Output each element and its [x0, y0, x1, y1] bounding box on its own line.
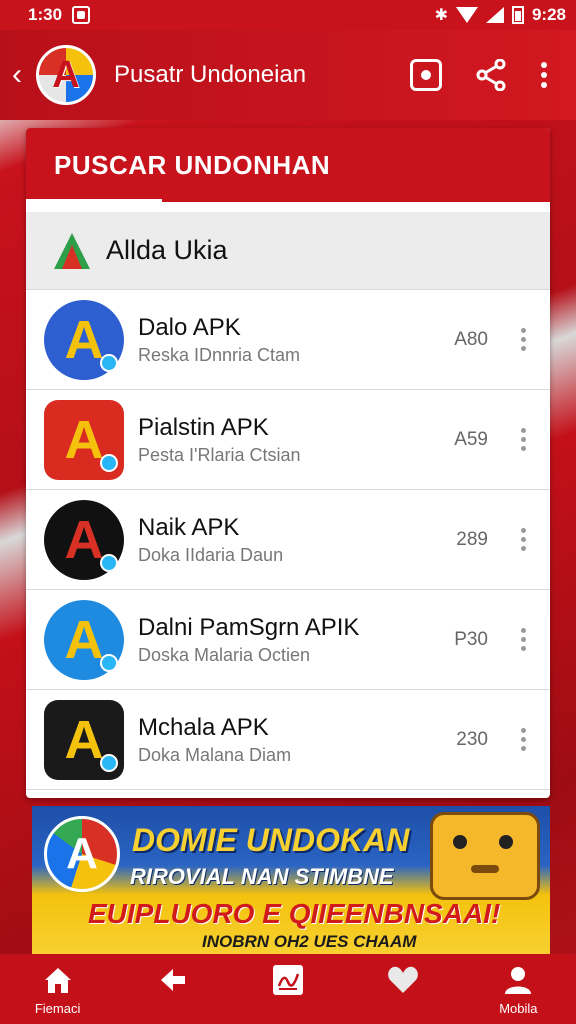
app-list-item[interactable]: A Naik APK Doka IIdaria Daun 289 — [26, 490, 550, 590]
app-description: Doka IIdaria Daun — [138, 545, 284, 565]
section-bar: Allda Ukia — [26, 212, 550, 290]
app-icon-badge — [100, 453, 118, 472]
banner-subtitle: RIROVIAL NAN STIMBNE — [130, 864, 394, 889]
profile-icon — [501, 963, 535, 997]
wifi-icon — [455, 7, 478, 23]
promo-banner[interactable]: A DOMIE UNDOKAN RIROVIAL NAN STIMBNE EUI… — [32, 806, 550, 954]
app-size: 289 — [456, 528, 488, 550]
app-text: Naik APK Doka IIdaria Daun — [138, 513, 428, 566]
camera-icon[interactable] — [410, 59, 442, 91]
app-text: Mchala APK Doka Malana Diam — [138, 713, 428, 766]
app-title: Pusatr Undoneian — [114, 61, 307, 88]
app-icon-badge — [100, 353, 118, 372]
app-icon-badge — [100, 653, 118, 672]
app-list-card: PUSCAR UNDONHAN Allda Ukia A Dalo APK Resk… — [26, 128, 550, 798]
app-list-item[interactable]: A Pialstin APK Pesta I'Rlaria Ctsian A59 — [26, 390, 550, 490]
app-icon: A — [44, 399, 124, 480]
more-vert-icon[interactable] — [510, 328, 536, 351]
app-list-item[interactable]: A Dalni PamSgrn APIK Doska Malaria Octien P… — [26, 590, 550, 690]
app-text: Dalo APK Reska IDnnria Ctam — [138, 313, 428, 366]
nav-profile-label: Mobila — [499, 1000, 538, 1016]
banner-headline: DOMIE UNDOKAN — [132, 822, 410, 858]
section-title: Allda Ukia — [106, 235, 228, 265]
nav-favorites[interactable] — [353, 963, 453, 1016]
app-icon: A — [44, 299, 124, 380]
app-icon: A — [44, 499, 124, 580]
bottom-navigation: Fiemaci Mobila — [0, 954, 576, 1024]
heart-icon — [386, 963, 420, 997]
app-icon-badge — [100, 553, 118, 572]
banner-promo-text: EUIPLUORO E QIIEENBNSAAI! — [88, 898, 501, 929]
more-vert-icon[interactable] — [510, 728, 536, 751]
notification-icon — [72, 6, 91, 24]
banner-mascot-image — [430, 812, 540, 900]
bluetooth-icon: ✱ — [434, 7, 448, 24]
app-text: Pialstin APK Pesta I'Rlaria Ctsian — [138, 413, 428, 466]
status-bar: 1:30 ✱ 9:28 — [0, 0, 576, 30]
more-vert-icon[interactable] — [510, 528, 536, 551]
nav-back[interactable] — [123, 963, 223, 1016]
more-vert-icon[interactable] — [510, 428, 536, 451]
share-icon[interactable] — [476, 59, 506, 91]
app-name: Pialstin APK — [138, 414, 269, 441]
more-vert-icon[interactable] — [510, 628, 536, 651]
app-list-item[interactable]: A Dalo APK Reska IDnnria Ctam A80 — [26, 290, 550, 390]
app-description: Doka Malana Diam — [138, 745, 292, 765]
app-icon-badge — [100, 753, 118, 772]
app-description: Reska IDnnria Ctam — [138, 345, 301, 365]
nav-home-label: Fiemaci — [34, 1000, 81, 1016]
app-description: Pesta I'Rlaria Ctsian — [138, 445, 301, 465]
app-name: Mchala APK — [138, 714, 269, 741]
card-title: PUSCAR UNDONHAN — [54, 149, 331, 180]
app-list-item[interactable]: A Mchala APK Doka Malana Diam 230 — [26, 690, 550, 790]
app-bar: ‹ A Pusatr Undoneian — [0, 30, 576, 120]
app-logo: A — [36, 45, 96, 105]
app-description: Doska Malaria Octien — [138, 645, 311, 665]
home-icon — [41, 963, 75, 997]
app-icon: A — [44, 699, 124, 780]
section-logo-icon — [52, 231, 92, 271]
app-name: Dalo APK — [138, 314, 241, 341]
status-icons: ✱ 9:28 — [435, 5, 566, 25]
nav-profile[interactable]: Mobila — [468, 963, 568, 1016]
app-size: A80 — [454, 328, 488, 350]
back-arrow-icon — [156, 963, 190, 997]
nav-home[interactable]: Fiemaci — [8, 963, 108, 1016]
app-text: Dalni PamSgrn APIK Doska Malaria Octien — [138, 613, 428, 666]
app-name: Dalni PamSgrn APIK — [138, 614, 360, 641]
status-clock: 9:28 — [531, 5, 566, 24]
nav-sign[interactable] — [238, 963, 338, 1016]
app-size: P30 — [454, 628, 488, 650]
battery-icon — [511, 6, 524, 24]
app-size: A59 — [454, 428, 488, 450]
status-time: 1:30 — [28, 5, 63, 24]
banner-logo: A — [44, 816, 120, 892]
tab-indicator — [26, 199, 162, 202]
banner-footer-text: INOBRN OH2 UES CHAAM — [202, 932, 417, 951]
app-name: Naik APK — [138, 514, 240, 541]
signature-icon — [271, 963, 305, 997]
card-header: PUSCAR UNDONHAN — [26, 128, 550, 202]
app-list: A Dalo APK Reska IDnnria Ctam A80 A Pialstin … — [26, 290, 550, 790]
app-size: 230 — [456, 728, 488, 750]
app-icon: A — [44, 599, 124, 680]
app-bar-actions — [410, 59, 548, 91]
more-vert-icon[interactable] — [540, 61, 548, 89]
signal-icon — [485, 7, 504, 23]
